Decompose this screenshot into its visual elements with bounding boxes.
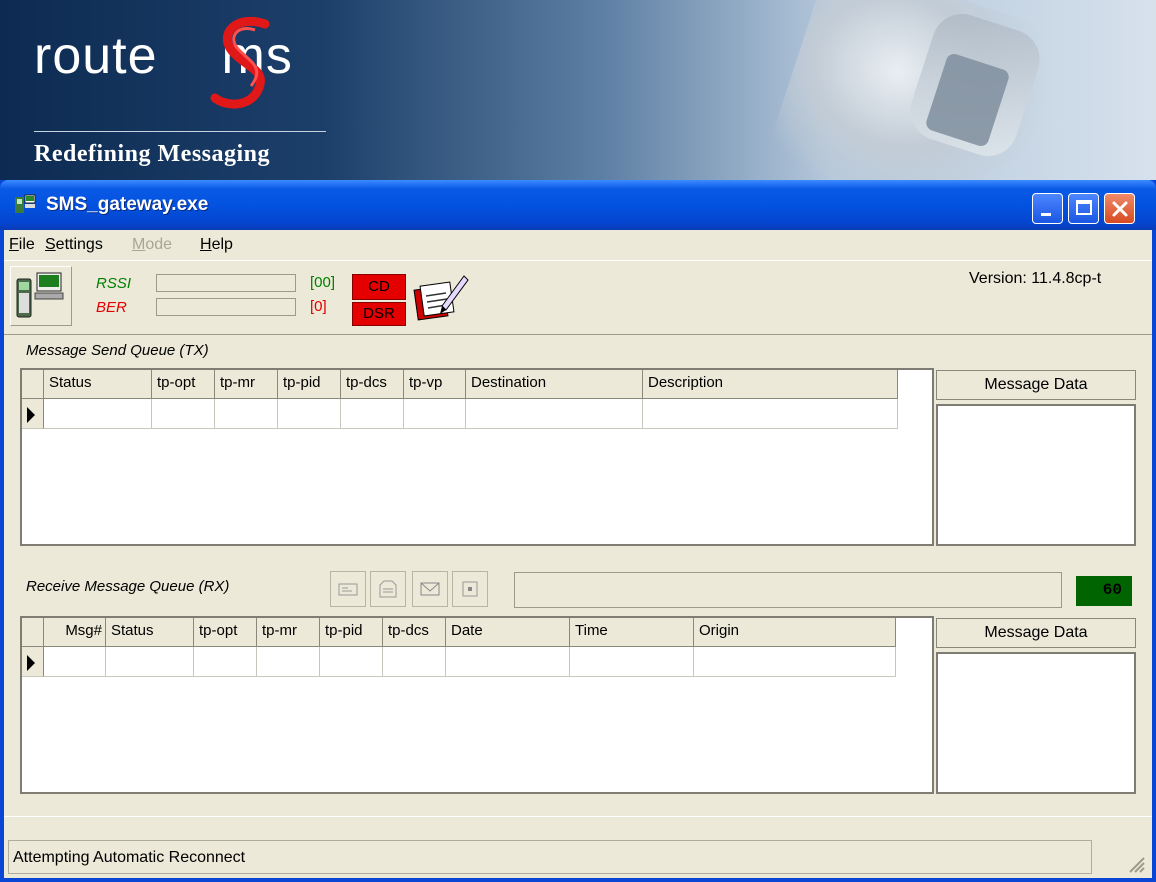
connect-button[interactable] — [10, 266, 72, 326]
cd-indicator: CD — [352, 274, 406, 300]
tx-title: Message Send Queue (TX) — [26, 342, 209, 359]
client-area: File Settings Mode Help RSSI [00] BER [0… — [4, 230, 1152, 878]
app-icon — [15, 194, 36, 213]
rx-counter: 60 — [1076, 576, 1132, 606]
logo-left: route — [34, 27, 158, 85]
ber-value: [0] — [310, 298, 327, 315]
banner: route ms Redefining Messaging — [0, 0, 1156, 180]
row-indicator — [22, 647, 44, 677]
rx-col-header[interactable]: tp-mr — [257, 618, 320, 646]
status-bar: Attempting Automatic Reconnect — [4, 834, 1152, 878]
rssi-meter — [156, 274, 296, 292]
tx-col-header[interactable]: tp-opt — [152, 370, 215, 398]
rx-col-header[interactable]: Origin — [694, 618, 896, 646]
tx-col-header[interactable]: tp-dcs — [341, 370, 404, 398]
app-window: SMS_gateway.exe File Settings Mode Help — [0, 180, 1156, 882]
rx-col-header[interactable]: Date — [446, 618, 570, 646]
dsr-indicator: DSR — [352, 302, 406, 326]
maximize-icon — [1076, 200, 1092, 215]
phone-modem-icon — [16, 272, 64, 318]
status-text: Attempting Automatic Reconnect — [8, 840, 1092, 874]
menu-file[interactable]: File — [9, 236, 35, 254]
row-indicator — [22, 399, 44, 429]
rx-grid[interactable]: Msg# Status tp-opt tp-mr tp-pid tp-dcs D… — [20, 616, 934, 794]
close-button[interactable] — [1104, 193, 1135, 224]
notebook-pen-icon — [413, 275, 469, 321]
tx-col-header[interactable]: tp-mr — [215, 370, 278, 398]
message-icon — [338, 583, 358, 596]
row-pointer-icon — [27, 655, 35, 671]
menu-mode[interactable]: Mode — [132, 236, 172, 254]
menu-help[interactable]: Help — [200, 236, 233, 254]
tx-col-header[interactable]: Status — [44, 370, 152, 398]
rx-folder-button[interactable] — [370, 571, 406, 607]
tx-col-header[interactable]: tp-vp — [404, 370, 466, 398]
rx-message-data-header: Message Data — [936, 618, 1136, 648]
rx-progress-bar — [514, 572, 1062, 608]
rssi-value: [00] — [310, 274, 336, 291]
rssi-label: RSSI — [96, 275, 132, 292]
window-title: SMS_gateway.exe — [46, 194, 209, 215]
tx-col-header[interactable]: Description — [643, 370, 898, 398]
rx-message-data-box[interactable] — [936, 652, 1136, 794]
rx-toolbar — [322, 571, 508, 609]
tx-grid-header: Status tp-opt tp-mr tp-pid tp-dcs tp-vp … — [22, 370, 898, 399]
stop-icon — [462, 581, 478, 597]
close-icon — [1112, 201, 1128, 217]
rx-read-button[interactable] — [330, 571, 366, 607]
tagline: Redefining Messaging — [34, 141, 271, 167]
tx-message-data-box[interactable] — [936, 404, 1136, 546]
tx-grid[interactable]: Status tp-opt tp-mr tp-pid tp-dcs tp-vp … — [20, 368, 934, 546]
rx-col-header[interactable]: Msg# — [44, 618, 106, 646]
resize-grip-icon[interactable] — [1126, 854, 1146, 874]
menu-settings[interactable]: Settings — [45, 236, 103, 254]
row-pointer-icon — [27, 407, 35, 423]
inbox-icon — [379, 580, 397, 598]
rx-col-header[interactable]: Status — [106, 618, 194, 646]
ber-meter — [156, 298, 296, 316]
envelope-icon — [420, 582, 440, 596]
minimize-button[interactable] — [1032, 193, 1063, 224]
maximize-button[interactable] — [1068, 193, 1099, 224]
rx-stop-button[interactable] — [452, 571, 488, 607]
rx-title: Receive Message Queue (RX) — [26, 578, 230, 595]
title-bar[interactable]: SMS_gateway.exe — [0, 180, 1156, 230]
tx-col-header[interactable]: Destination — [466, 370, 643, 398]
ber-label: BER — [96, 299, 127, 316]
logo-s-swoosh-icon — [210, 16, 270, 109]
table-row[interactable] — [22, 647, 896, 677]
table-row[interactable] — [22, 399, 898, 429]
tx-col-header[interactable]: tp-pid — [278, 370, 341, 398]
rx-envelope-button[interactable] — [412, 571, 448, 607]
rx-col-header[interactable]: Time — [570, 618, 694, 646]
rx-col-header[interactable]: tp-pid — [320, 618, 383, 646]
tx-message-data-header: Message Data — [936, 370, 1136, 400]
rx-col-header[interactable]: tp-opt — [194, 618, 257, 646]
rx-grid-header: Msg# Status tp-opt tp-mr tp-pid tp-dcs D… — [22, 618, 896, 647]
rx-col-header[interactable]: tp-dcs — [383, 618, 446, 646]
log-button[interactable] — [412, 270, 472, 326]
version-text: Version: 11.4.8cp-t — [969, 270, 1102, 287]
minimize-icon — [1041, 213, 1051, 216]
